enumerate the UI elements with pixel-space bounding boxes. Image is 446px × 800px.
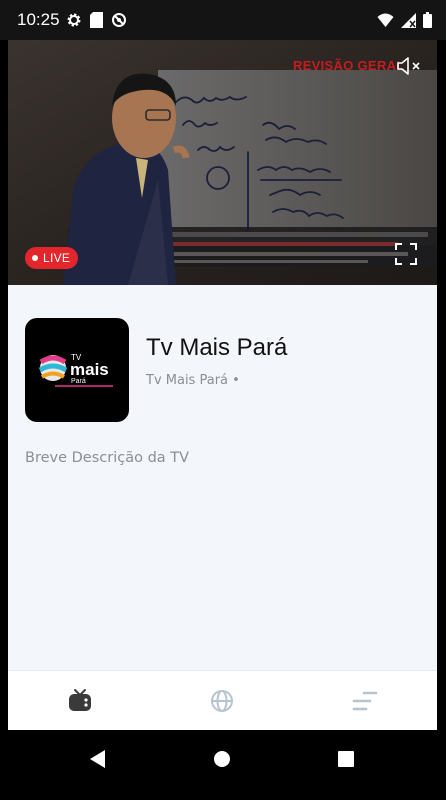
status-time: 10:25: [17, 10, 60, 29]
recents-button[interactable]: [333, 746, 359, 772]
globe-icon: [211, 690, 233, 712]
video-player[interactable]: REVISÃO GERAL LIVE: [8, 40, 437, 285]
android-nav-bar: [0, 730, 446, 800]
video-caption: REVISÃO GERAL: [293, 58, 405, 73]
channel-name: Tv Mais Pará: [146, 334, 288, 361]
sd-card-icon: [90, 12, 103, 32]
status-bar: 10:25: [0, 0, 446, 40]
logo-para-text: Pará: [71, 378, 86, 385]
tv-icon: [69, 689, 91, 711]
battery-icon: [423, 12, 432, 32]
tab-menu[interactable]: [351, 687, 379, 715]
volume-off-icon: [397, 57, 420, 75]
channel-subtitle: Tv Mais Pará •: [146, 373, 240, 388]
back-button[interactable]: [84, 746, 110, 772]
settings-icon: [66, 12, 82, 32]
app-frame: REVISÃO GERAL LIVE TV mais Pará Tv Mais …: [8, 40, 437, 730]
channel-description: Breve Descrição da TV: [25, 450, 190, 466]
home-icon: [214, 751, 230, 767]
tab-web[interactable]: [208, 687, 236, 715]
recents-icon: [338, 751, 354, 767]
live-label: LIVE: [43, 251, 71, 265]
back-icon: [90, 750, 105, 768]
channel-logo: TV mais Pará: [25, 318, 129, 422]
logo-mais-text: mais: [70, 360, 109, 379]
signal-icon: [401, 12, 416, 32]
live-badge: LIVE: [25, 247, 79, 269]
fullscreen-button[interactable]: [395, 243, 417, 265]
bottom-nav: [8, 670, 437, 730]
mute-button[interactable]: [396, 55, 424, 77]
wifi-icon: [377, 13, 394, 32]
tab-tv[interactable]: [66, 687, 94, 715]
menu-lines-icon: [352, 691, 378, 711]
blocked-icon: [111, 12, 127, 32]
home-button[interactable]: [209, 746, 235, 772]
live-dot: [32, 255, 38, 261]
fullscreen-icon: [395, 243, 417, 265]
